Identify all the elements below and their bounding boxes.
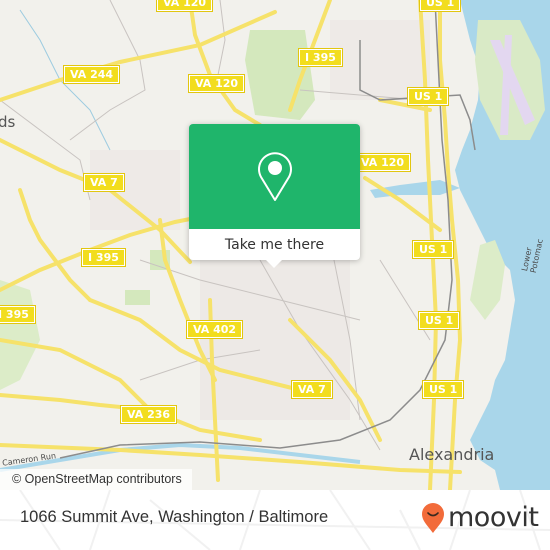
road-shield-va-120: VA 120 — [155, 0, 214, 12]
map-pin-icon — [257, 151, 292, 201]
road-shield-i-395: I 395 — [0, 305, 36, 324]
road-shield-us-1: US 1 — [411, 240, 455, 259]
map-attribution[interactable]: © OpenStreetMap contributors — [0, 469, 192, 490]
address-text: 1066 Summit Ave, Washington / Baltimore — [20, 508, 329, 526]
road-shield-va-120: VA 120 — [353, 153, 412, 172]
place-label-alexandria: Alexandria — [409, 445, 495, 464]
take-me-there-button[interactable]: Take me there — [189, 229, 360, 260]
moovit-wordmark: moovit — [448, 502, 539, 533]
place-label-partial: ds — [0, 113, 16, 131]
road-shield-va-402: VA 402 — [185, 320, 244, 339]
road-shield-va-7: VA 7 — [291, 380, 333, 399]
moovit-logo[interactable]: moovit — [420, 502, 539, 534]
road-shield-us-1: US 1 — [406, 87, 450, 106]
road-shield-va-7: VA 7 — [83, 173, 125, 192]
footer: 1066 Summit Ave, Washington / Baltimore … — [0, 490, 550, 550]
road-shield-va-244: VA 244 — [62, 65, 121, 84]
road-shield-va-120: VA 120 — [187, 74, 246, 93]
road-shield-va-236: VA 236 — [119, 405, 178, 424]
moovit-smiley-pin-icon — [422, 503, 444, 533]
map[interactable]: VA 120 US 1 VA 244 VA 120 I 395 US 1 VA … — [0, 0, 550, 490]
road-shield-us-1: US 1 — [417, 311, 461, 330]
popup-header[interactable] — [189, 124, 360, 229]
popup-pointer — [266, 260, 282, 268]
location-popup: Take me there — [189, 124, 360, 268]
road-shield-us-1: US 1 — [421, 380, 465, 399]
road-shield-i-395: I 395 — [298, 48, 343, 67]
road-shield-us-1: US 1 — [418, 0, 462, 12]
road-shield-i-395: I 395 — [81, 248, 126, 267]
